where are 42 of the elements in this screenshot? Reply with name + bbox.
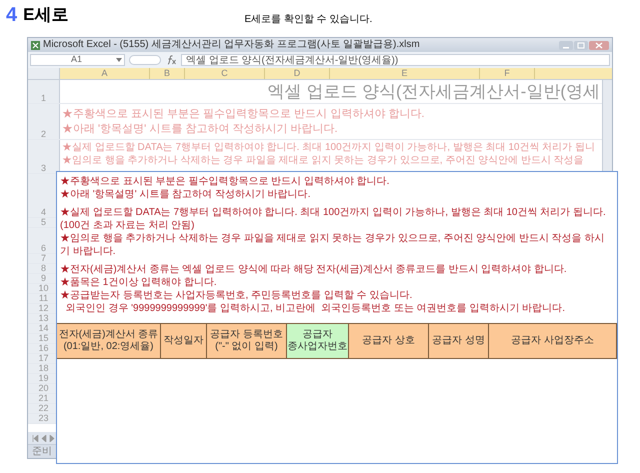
window-title: Microsoft Excel - (5155) 세금계산서관리 업무자동화 프로그램(사토 일괄발급용).xlsm <box>43 39 420 51</box>
column-heading: 공급자 등록번호 ("-" 없이 입력) <box>207 324 287 358</box>
column-header[interactable]: B <box>150 68 185 79</box>
row-header[interactable]: 2 <box>28 104 60 139</box>
column-heading: 공급자 성명 <box>429 324 489 358</box>
note-text: ★실제 업로드할 DATA는 7행부터 입력하여야 합니다. 최대 100건까지 입력이 가능하나, 발행은 최대 10건씩 처리가 됩니다.(100건 초과 자료는 처리 안됨) <box>60 206 607 232</box>
note-text: ★실제 업로드할 DATA는 7행부터 입력하여야 합니다. 최대 100건까지 입력이 가능하나, 발행은 최대 10건씩 처리가 됩니 <box>62 141 596 154</box>
spreadsheet-icon <box>31 40 40 50</box>
note-text: ★품목은 1건이상 입력해야 합니다. <box>60 276 218 289</box>
column-header[interactable]: E <box>330 68 480 79</box>
note-text: ★임의로 행을 추가하거나 삭제하는 경우 파일을 제대로 읽지 못하는 경우가 있으므로, 주어진 양식안에 반드시 작성을 <box>62 154 585 167</box>
close-icon[interactable] <box>589 40 609 50</box>
column-heading: 공급자 상호 <box>349 324 429 358</box>
column-heading: 작성일자 <box>161 324 207 358</box>
note-text: ★아래 '항목설명' 시트를 참고하여 작성하시기 바랍니다. <box>62 122 339 136</box>
formula-field[interactable]: 엑셀 업로드 양식(전자세금계산서-일반(영세율)) <box>181 54 610 66</box>
column-header[interactable]: C <box>185 68 265 79</box>
note-text: ★아래 '항목설명' 시트를 참고하여 작성하시기 바랍니다. <box>60 188 312 201</box>
section-title: E세로 <box>23 4 68 26</box>
minimize-icon[interactable] <box>559 40 573 50</box>
column-heading: 공급자 종사업자번호 <box>287 324 349 358</box>
column-heading: 공급자 사업장주소 <box>489 324 617 358</box>
status-text: 준비 <box>32 446 52 458</box>
function-icon[interactable] <box>165 55 177 65</box>
note-text: ★공급받는자 등록번호는 사업자등록번호, 주민등록번호를 입력할 수 있습니다. <box>60 289 414 302</box>
column-heading: 전자(세금)계산서 종류 (01:일반, 02:영세율) <box>57 324 161 358</box>
column-header[interactable]: A <box>60 68 150 79</box>
row-header[interactable]: 3 <box>28 140 60 173</box>
note-text: ★주황색으로 표시된 부분은 필수입력항목으로 반드시 입력하셔야 합니다. <box>60 175 390 188</box>
row-header[interactable]: 1 <box>28 80 60 103</box>
dropdown-icon <box>116 58 122 62</box>
caption: E세로를 확인할 수 있습니다. <box>244 13 372 27</box>
note-text: 외국인인 경우 '9999999999999'를 입력하시고, 비고란에 외국인등록번호 또는 여권번호를 입력하시기 바랍니다. <box>64 302 566 315</box>
note-text: ★전자(세금)계산서 종류는 엑셀 업로드 양식에 따라 해당 전자(세금)계산서 종류코드를 반드시 입력하셔야 합니다. <box>60 263 568 276</box>
step-number: 4 <box>6 3 18 28</box>
sheet-title: 엑셀 업로드 양식(전자세금계산서-일반(영세 <box>268 80 600 102</box>
note-text: ★주황색으로 표시된 부분은 필수입력항목으로 반드시 입력하셔야 합니다. <box>62 106 426 122</box>
column-header[interactable]: D <box>265 68 330 79</box>
name-box[interactable]: A1 <box>30 54 125 66</box>
column-header[interactable]: F <box>480 68 535 79</box>
maximize-icon[interactable] <box>574 40 588 50</box>
note-text: ★임의로 행을 추가하거나 삭제하는 경우 파일을 제대로 읽지 못하는 경우가 있으므로, 주어진 양식안에 반드시 작성을 하시기 바랍니다. <box>60 232 606 258</box>
